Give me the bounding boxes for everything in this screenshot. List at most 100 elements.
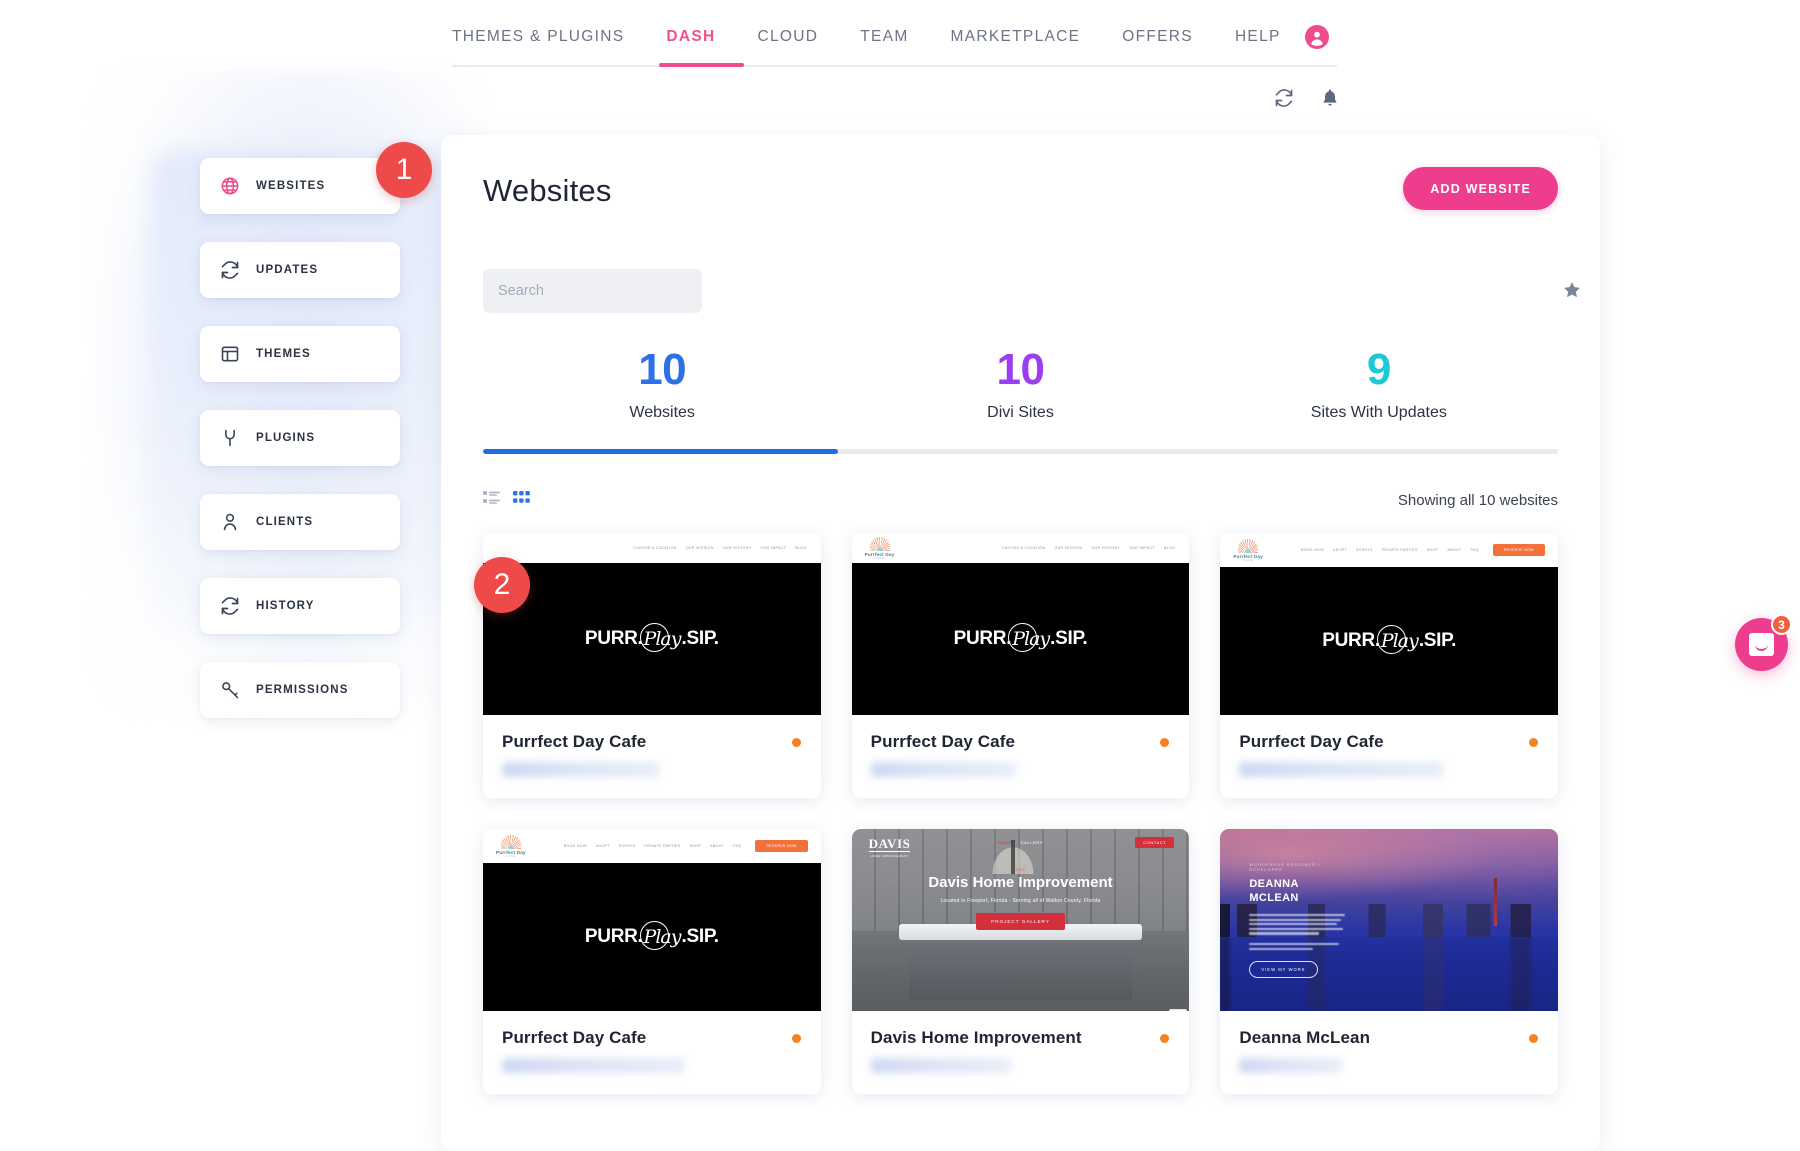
website-card-body: Purrfect Day Cafe — [1220, 715, 1558, 798]
site-hero-text: PURR.Play.SIP. — [585, 628, 719, 650]
stat-label: Divi Sites — [841, 404, 1199, 422]
website-thumbnail: Purrfect DayCAFEBOOK NOWADOPTEVENTSPRIVA… — [1220, 533, 1558, 715]
site-menu-item: EVENTS — [1356, 548, 1372, 552]
site-hero: PURR.Play.SIP. — [483, 563, 821, 715]
site-menu-item: SHOP — [1427, 548, 1439, 552]
website-card[interactable]: Purrfect DayCAFEBOOK NOWADOPTEVENTSPRIVA… — [483, 829, 821, 1094]
progress-bar — [483, 449, 1558, 454]
site-logo: Purrfect DayCAFE — [865, 537, 895, 560]
site-menu: CHOOSE A LOCATIONOUR MISSIONOUR HISTORYO… — [1002, 546, 1190, 550]
showing-count: Showing all 10 websites — [1398, 492, 1558, 509]
sidebar-item-permissions[interactable]: PERMISSIONS — [200, 662, 400, 718]
intercom-launcher[interactable]: 3 — [1735, 618, 1788, 671]
top-nav-item-help[interactable]: HELP — [1214, 22, 1302, 52]
website-card-body: Purrfect Day Cafe — [483, 1011, 821, 1094]
hero-word-1: PURR. — [585, 628, 643, 650]
user-circle-icon — [1306, 26, 1328, 48]
top-nav-item-dash[interactable]: DASH — [645, 22, 736, 52]
sidebar-item-label: CLIENTS — [256, 516, 313, 528]
sidebar-item-label: UPDATES — [256, 264, 318, 276]
top-navigation: THEMES & PLUGINSDASHCLOUDTEAMMARKETPLACE… — [0, 0, 1800, 70]
site-contact-button: CONTACT — [1135, 837, 1174, 848]
website-card-title: Purrfect Day Cafe — [871, 732, 1171, 752]
website-url-redacted — [871, 1058, 1011, 1073]
refresh-icon[interactable] — [1274, 88, 1294, 108]
main-panel: Websites ADD WEBSITE TAG All Tags CLIENT — [441, 135, 1600, 1151]
person-icon — [220, 512, 240, 532]
website-card-title: Purrfect Day Cafe — [502, 1028, 802, 1048]
cat-sun-logo-icon — [1238, 539, 1258, 553]
website-card[interactable]: WORDPRESS DESIGNER / DEVELOPERDEANNAMCLE… — [1220, 829, 1558, 1094]
site-menu: HOMEGALLERY — [998, 840, 1043, 845]
website-url-redacted — [871, 762, 1016, 777]
key-icon — [220, 680, 240, 700]
user-avatar[interactable] — [1305, 25, 1329, 49]
site-menu-item: FAQ — [1471, 548, 1479, 552]
site-logo-sub: CAFE — [505, 855, 516, 858]
site-menu-item: OUR IMPACT — [760, 546, 786, 550]
refresh-icon — [220, 596, 240, 616]
site-hero-paragraph — [1249, 914, 1345, 950]
bell-icon[interactable] — [1320, 88, 1340, 108]
site-menu-item: OUR MISSION — [686, 546, 714, 550]
site-logo-sub: CAFE — [874, 557, 885, 560]
site-hero: PURR.Play.SIP. — [852, 563, 1190, 715]
site-menu-item: PRIVATE PARTIES — [1382, 548, 1418, 552]
site-menu-item: FAQ — [733, 844, 741, 848]
site-hero-cta: PROJECT GALLERY — [976, 913, 1065, 930]
top-nav-item-offers[interactable]: OFFERS — [1101, 22, 1214, 52]
site-hero-text: PURR.Play.SIP. — [585, 926, 719, 948]
hero-word-3: .SIP. — [1050, 628, 1087, 650]
cat-sun-logo-icon — [501, 835, 521, 849]
hero-word-1: PURR. — [954, 628, 1012, 650]
site-menu-item: EVENTS — [619, 844, 635, 848]
search-input[interactable] — [483, 269, 702, 313]
top-nav-items: THEMES & PLUGINSDASHCLOUDTEAMMARKETPLACE… — [452, 22, 1302, 52]
star-icon[interactable] — [1562, 280, 1582, 300]
grid-view-icon[interactable] — [513, 490, 530, 505]
site-menu-item: ABOUT — [1447, 548, 1461, 552]
list-view-icon[interactable] — [483, 490, 500, 505]
intercom-chat-icon — [1749, 633, 1774, 656]
website-card[interactable]: CHOOSE A LOCATIONOUR MISSIONOUR HISTORYO… — [483, 533, 821, 798]
plug-icon — [220, 428, 240, 448]
intercom-unread-badge: 3 — [1771, 614, 1792, 635]
site-preview-davis: DAVISHOME IMPROVEMENTHOMEGALLERYCONTACTT… — [852, 829, 1190, 1011]
sidebar-item-clients[interactable]: CLIENTS — [200, 494, 400, 550]
site-nav: Purrfect DayCAFEBOOK NOWADOPTEVENTSPRIVA… — [1220, 533, 1558, 567]
top-nav-item-cloud[interactable]: CLOUD — [737, 22, 840, 52]
top-nav-item-team[interactable]: TEAM — [839, 22, 929, 52]
website-thumbnail: CHOOSE A LOCATIONOUR MISSIONOUR HISTORYO… — [483, 533, 821, 715]
sidebar-item-websites[interactable]: WEBSITES — [200, 158, 400, 214]
site-preview-purrfect: Purrfect DayCAFE CHOOSE A LOCATIONOUR MIS… — [852, 533, 1190, 715]
sidebar-item-plugins[interactable]: PLUGINS — [200, 410, 400, 466]
site-logo: Purrfect DayCAFE — [1233, 539, 1263, 562]
site-hero-eyebrow: WORDPRESS DESIGNER / DEVELOPER — [1249, 862, 1345, 872]
hero-word-2: Play — [1381, 630, 1418, 652]
site-hero: PURR.Play.SIP. — [1220, 567, 1558, 715]
website-card[interactable]: Purrfect DayCAFEBOOK NOWADOPTEVENTSPRIVA… — [1220, 533, 1558, 798]
progress-bar-fill — [483, 449, 838, 454]
sidebar-item-updates[interactable]: UPDATES — [200, 242, 400, 298]
top-nav-item-themes-plugins[interactable]: THEMES & PLUGINS — [452, 22, 645, 52]
status-badge — [792, 1034, 801, 1043]
top-nav-item-marketplace[interactable]: MARKETPLACE — [930, 22, 1102, 52]
site-menu-item: BLOG — [795, 546, 806, 550]
website-card[interactable]: Purrfect DayCAFE CHOOSE A LOCATIONOUR MIS… — [852, 533, 1190, 798]
sidebar-item-themes[interactable]: THEMES — [200, 326, 400, 382]
stat-divi-sites: 10Divi Sites — [841, 347, 1199, 422]
website-card-body: Davis Home Improvement — [852, 1011, 1190, 1094]
annotation-badge-1: 1 — [376, 142, 432, 198]
refresh-icon — [220, 260, 240, 280]
add-website-button[interactable]: ADD WEBSITE — [1403, 167, 1558, 210]
website-url-redacted — [1239, 762, 1444, 777]
site-menu: CHOOSE A LOCATIONOUR MISSIONOUR HISTORYO… — [633, 546, 821, 550]
stat-label: Sites With Updates — [1200, 404, 1558, 422]
website-card[interactable]: DAVISHOME IMPROVEMENTHOMEGALLERYCONTACTT… — [852, 829, 1190, 1094]
sidebar-item-history[interactable]: HISTORY — [200, 578, 400, 634]
hero-word-2: Play — [644, 628, 681, 650]
site-menu-item: BOOK NOW — [1301, 548, 1324, 552]
recaptcha-icon — [1169, 1009, 1187, 1011]
site-menu-item: SHOP — [689, 844, 701, 848]
top-nav-divider — [452, 65, 1337, 67]
